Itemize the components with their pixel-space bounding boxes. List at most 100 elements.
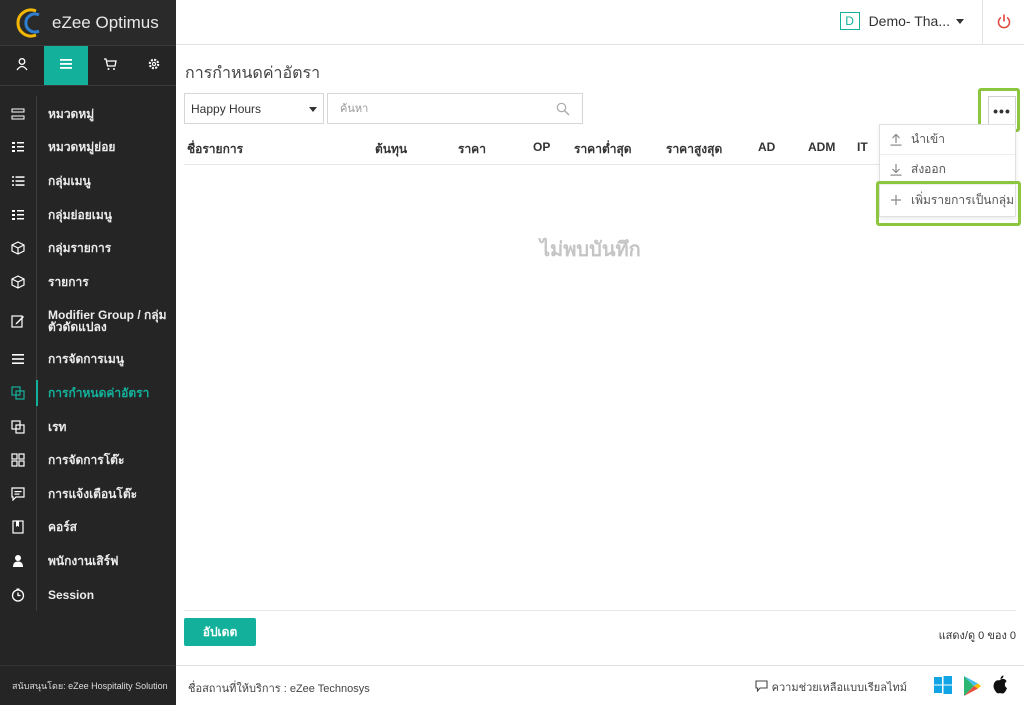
sidebar-nav: หมวดหมู่ หมวดหมู่ย่อย กลุ่มเมนู กลุ่มย่อ…	[0, 86, 176, 612]
sidebar-item-table-notification[interactable]: การแจ้งเตือนโต๊ะ	[0, 477, 176, 511]
property-selector[interactable]: D Demo- Tha...	[839, 12, 964, 30]
book-icon	[0, 520, 36, 534]
rate-type-value: Happy Hours	[191, 101, 262, 116]
search-input[interactable]	[340, 102, 540, 115]
sidebar-item-label: การกำหนดค่าอัตรา	[48, 385, 150, 400]
more-options-button[interactable]: •••	[988, 96, 1016, 125]
grid-icon	[0, 453, 36, 467]
hamburger-icon	[0, 353, 36, 365]
column-header[interactable]: OP	[533, 140, 550, 154]
subcategory-icon	[0, 141, 36, 153]
menu-item-label: ส่งออก	[911, 162, 946, 176]
chevron-down-icon	[956, 18, 964, 24]
tab-cart[interactable]	[88, 46, 132, 85]
sublist-icon	[0, 209, 36, 221]
copy-icon	[0, 419, 36, 434]
sidebar-item-label: คอร์ส	[48, 520, 78, 535]
paging-info: แสดง/ดู 0 ของ 0	[938, 630, 1016, 642]
logout-button[interactable]	[982, 0, 1024, 45]
clock-icon	[0, 588, 36, 602]
sidebar-item-subcategory[interactable]: หมวดหมู่ย่อย	[0, 131, 176, 165]
menu-icon	[59, 58, 73, 73]
sidebar-item-session[interactable]: Session	[0, 578, 176, 612]
sidebar-item-label: Modifier Group / กลุ่มตัวดัดแปลง	[48, 307, 167, 334]
sidebar-item-label: กลุ่มย่อยเมนู	[48, 207, 113, 222]
sidebar-item-menu-group[interactable]: กลุ่มเมนู	[0, 164, 176, 198]
chat-icon	[0, 487, 36, 501]
sidebar-item-label: กลุ่มเมนู	[48, 173, 91, 188]
category-icon	[0, 108, 36, 120]
edit-icon	[0, 314, 36, 328]
apple-icon[interactable]	[991, 675, 1009, 698]
upload-icon	[887, 133, 905, 146]
update-button[interactable]: อัปเดต	[184, 618, 256, 646]
sidebar-item-label: การจัดการเมนู	[48, 352, 124, 367]
tab-menu[interactable]	[44, 46, 88, 85]
live-help-link[interactable]: ความช่วยเหลือแบบเรียลไทม์	[755, 678, 907, 696]
property-name: Demo- Tha...	[868, 13, 950, 29]
sidebar-item-label: รายการ	[48, 274, 89, 289]
column-header[interactable]: ต้นทุน	[375, 140, 407, 159]
search-box	[327, 93, 583, 124]
windows-icon[interactable]	[933, 675, 953, 698]
footer: ชื่อสถานที่ให้บริการ : eZee Technosys คว…	[176, 665, 1024, 705]
column-header[interactable]: IT	[857, 140, 868, 154]
list-icon	[0, 175, 36, 187]
gear-icon	[147, 57, 161, 74]
sidebar-item-label: พนักงานเสิร์ฟ	[48, 553, 119, 568]
sidebar-item-waiter[interactable]: พนักงานเสิร์ฟ	[0, 544, 176, 578]
menu-item-label: นำเข้า	[911, 132, 945, 146]
bulk-add-highlight	[876, 181, 1021, 226]
sidebar-item-label: กลุ่มรายการ	[48, 241, 112, 256]
search-icon[interactable]	[556, 102, 570, 119]
column-header[interactable]: ราคาต่ำสุด	[574, 140, 632, 159]
sidebar-item-rate-configuration[interactable]: การกำหนดค่าอัตรา	[0, 376, 176, 410]
sidebar-item-items[interactable]: รายการ	[0, 265, 176, 299]
live-help-label: ความช่วยเหลือแบบเรียลไทม์	[771, 682, 907, 694]
logo[interactable]: eZee Optimus	[0, 0, 176, 45]
column-header[interactable]: ADM	[808, 140, 835, 154]
sponsor-text: สนับสนุนโดย: eZee Hospitality Solution	[0, 665, 176, 705]
sidebar: eZee Optimus หมวดหมู่ หมวดหมู่ย่อย กลุ่ม…	[0, 0, 176, 705]
sidebar-item-category[interactable]: หมวดหมู่	[0, 97, 176, 131]
sidebar-item-modifier-group[interactable]: Modifier Group / กลุ่มตัวดัดแปลง	[0, 299, 176, 343]
box-icon	[0, 241, 36, 255]
import-menu-item[interactable]: นำเข้า	[880, 125, 1015, 155]
tab-user[interactable]	[0, 46, 44, 85]
cart-icon	[103, 57, 117, 74]
column-header[interactable]: AD	[758, 140, 775, 154]
service-name: ชื่อสถานที่ให้บริการ : eZee Technosys	[188, 683, 370, 695]
sidebar-tabs	[0, 45, 176, 86]
chevron-down-icon	[309, 107, 317, 112]
chat-icon	[755, 679, 768, 695]
sidebar-item-label: หมวดหมู่ย่อย	[48, 140, 116, 155]
sidebar-item-rate[interactable]: เรท	[0, 410, 176, 444]
sidebar-item-item-group[interactable]: กลุ่มรายการ	[0, 231, 176, 265]
person-icon	[0, 554, 36, 568]
google-play-icon[interactable]	[962, 675, 982, 700]
sidebar-item-menu-subgroup[interactable]: กลุ่มย่อยเมนู	[0, 198, 176, 232]
sidebar-item-label: เรท	[48, 419, 67, 434]
power-icon	[997, 14, 1011, 32]
column-header[interactable]: ราคาสูงสุด	[666, 140, 722, 159]
sidebar-item-menu-management[interactable]: การจัดการเมนู	[0, 343, 176, 377]
property-badge: D	[839, 12, 860, 30]
sidebar-item-label: การแจ้งเตือนโต๊ะ	[48, 486, 138, 501]
app-name: eZee Optimus	[52, 12, 159, 32]
column-header[interactable]: ชื่อรายการ	[187, 140, 243, 159]
copy-icon	[0, 386, 36, 400]
ezee-logo-icon	[14, 7, 46, 39]
page-title: การกำหนดค่าอัตรา	[185, 65, 321, 82]
rate-type-select[interactable]: Happy Hours	[184, 93, 324, 124]
divider	[184, 610, 1016, 611]
top-bar: D Demo- Tha...	[176, 0, 1024, 45]
sidebar-item-label: หมวดหมู่	[48, 106, 95, 121]
sidebar-item-label: การจัดการโต๊ะ	[48, 453, 125, 468]
tab-settings[interactable]	[132, 46, 176, 85]
sidebar-item-course[interactable]: คอร์ส	[0, 511, 176, 545]
sidebar-item-label: Session	[48, 587, 95, 602]
empty-state-text: ไม่พบบันทึก	[540, 239, 641, 261]
box-icon	[0, 275, 36, 289]
column-header[interactable]: ราคา	[458, 140, 486, 159]
sidebar-item-table-management[interactable]: การจัดการโต๊ะ	[0, 443, 176, 477]
